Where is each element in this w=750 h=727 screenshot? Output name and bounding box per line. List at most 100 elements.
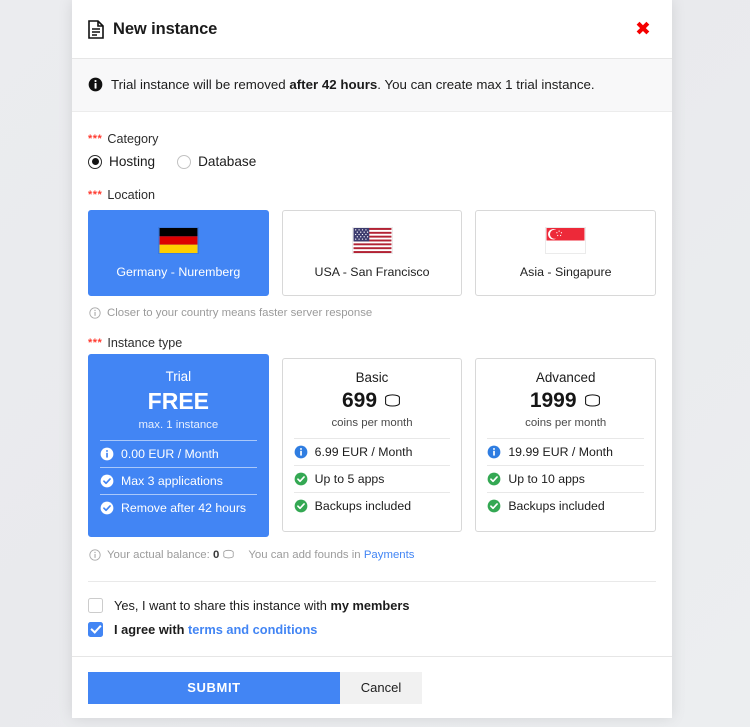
category-label: Category bbox=[107, 132, 159, 146]
plan-subtitle-advanced: coins per month bbox=[525, 417, 607, 430]
plan-price-value-basic: 699 bbox=[341, 389, 378, 412]
category-label-row: *** Category bbox=[88, 132, 656, 146]
check-circle-icon bbox=[487, 472, 501, 486]
plan-name-advanced: Advanced bbox=[535, 370, 596, 385]
plan-price-advanced: 1999 bbox=[487, 388, 644, 414]
plan-subtitle-basic: coins per month bbox=[331, 417, 413, 430]
plan-card-advanced[interactable]: Advanced 1999 coins per month 19.99 EUR … bbox=[475, 358, 657, 533]
plan-feature-text: 0.00 EUR / Month bbox=[121, 446, 219, 461]
info-icon bbox=[88, 77, 103, 92]
radio-label-database: Database bbox=[198, 154, 257, 169]
check-circle-icon bbox=[100, 501, 114, 515]
location-name-singapore: Asia - Singapure bbox=[519, 265, 612, 279]
plan-feature-text: Max 3 applications bbox=[121, 473, 223, 488]
close-icon[interactable]: ✖ bbox=[632, 18, 654, 40]
required-marker: *** bbox=[88, 133, 103, 145]
terms-label: I agree with terms and conditions bbox=[114, 622, 317, 637]
balance-row: Your actual balance: 0 You can add found… bbox=[89, 549, 656, 561]
plan-feature-text: 19.99 EUR / Month bbox=[508, 445, 613, 460]
plan-card-trial[interactable]: Trial FREE max. 1 instance 0.00 EUR / Mo… bbox=[88, 354, 269, 537]
location-name-usa: USA - San Francisco bbox=[314, 265, 430, 279]
modal-footer: SUBMIT Cancel bbox=[72, 656, 672, 718]
balance-note: You can add founds in bbox=[248, 548, 361, 561]
plan-feature-text: Up to 5 apps bbox=[314, 472, 385, 487]
plan-feature-text: Up to 10 apps bbox=[508, 472, 585, 487]
new-instance-modal: New instance ✖ Trial instance will be re… bbox=[72, 0, 672, 718]
coins-icon bbox=[385, 394, 400, 407]
plan-feature: Max 3 applications bbox=[100, 466, 257, 494]
location-card-usa[interactable]: USA - San Francisco bbox=[281, 210, 463, 296]
check-circle-icon bbox=[487, 499, 501, 513]
plan-card-basic[interactable]: Basic 699 coins per month 6.99 EUR / Mon… bbox=[281, 358, 463, 533]
document-icon bbox=[88, 19, 104, 39]
plan-name-trial: Trial bbox=[165, 369, 192, 384]
plan-feature: Backups included bbox=[293, 492, 451, 519]
share-with-members-checkbox[interactable] bbox=[88, 597, 103, 613]
location-name-germany: Germany - Nuremberg bbox=[116, 265, 241, 279]
section-divider bbox=[88, 580, 656, 582]
instance-type-label: Instance type bbox=[107, 336, 183, 350]
required-marker: *** bbox=[88, 189, 103, 201]
check-circle-icon bbox=[100, 474, 114, 488]
info-icon bbox=[294, 445, 308, 459]
info-icon bbox=[487, 445, 501, 459]
share-with-members-label: Yes, I want to share this instance with … bbox=[114, 598, 409, 613]
banner-text-after: . You can create max 1 trial instance. bbox=[377, 77, 595, 92]
radio-option-hosting[interactable]: Hosting bbox=[88, 154, 155, 169]
share-with-members-checkbox-row[interactable]: Yes, I want to share this instance with … bbox=[88, 597, 656, 613]
plan-feature: 6.99 EUR / Month bbox=[293, 438, 451, 465]
required-marker: *** bbox=[88, 337, 103, 349]
plan-feature: Up to 10 apps bbox=[487, 465, 645, 492]
plan-feature-text: Backups included bbox=[508, 499, 605, 514]
instance-type-label-row: *** Instance type bbox=[88, 336, 656, 350]
terms-text-before: I agree with bbox=[114, 621, 188, 637]
plan-feature: 0.00 EUR / Month bbox=[100, 439, 257, 467]
flag-germany-icon bbox=[157, 227, 199, 254]
coins-icon bbox=[584, 394, 600, 407]
plan-card-group: Trial FREE max. 1 instance 0.00 EUR / Mo… bbox=[88, 354, 657, 537]
radio-option-database[interactable]: Database bbox=[177, 154, 256, 169]
balance-amount: 0 bbox=[212, 548, 220, 561]
flag-usa-icon bbox=[351, 227, 393, 254]
plan-price-value-advanced: 1999 bbox=[529, 389, 577, 412]
terms-checkbox[interactable] bbox=[88, 621, 103, 637]
info-circle-icon bbox=[89, 307, 101, 319]
payments-link[interactable]: Payments bbox=[364, 549, 415, 561]
check-circle-icon bbox=[294, 499, 308, 513]
terms-and-conditions-link[interactable]: terms and conditions bbox=[188, 622, 317, 637]
location-card-group: Germany - Nuremberg USA - San Francisco … bbox=[88, 210, 657, 296]
plan-feature-text: Backups included bbox=[314, 499, 412, 514]
info-icon bbox=[100, 447, 114, 461]
check-circle-icon bbox=[294, 472, 308, 486]
plan-feature: Up to 5 apps bbox=[293, 465, 451, 492]
plan-feature-text: 6.99 EUR / Month bbox=[314, 445, 413, 460]
location-card-germany[interactable]: Germany - Nuremberg bbox=[88, 210, 269, 296]
coins-icon bbox=[223, 550, 234, 559]
plan-name-basic: Basic bbox=[355, 370, 389, 385]
plan-price-basic: 699 bbox=[294, 388, 451, 414]
plan-price-value-trial: FREE bbox=[147, 388, 209, 414]
location-hint-text: Closer to your country means faster serv… bbox=[107, 307, 373, 319]
radio-label-hosting: Hosting bbox=[109, 154, 156, 169]
modal-body: *** Category Hosting Database *** Locati… bbox=[72, 112, 672, 656]
location-label: Location bbox=[107, 188, 155, 202]
plan-price-trial: FREE bbox=[100, 387, 257, 416]
terms-checkbox-row[interactable]: I agree with terms and conditions bbox=[88, 621, 656, 637]
cancel-button[interactable]: Cancel bbox=[340, 671, 422, 704]
plan-feature: Remove after 42 hours bbox=[100, 493, 257, 521]
modal-header: New instance ✖ bbox=[72, 0, 672, 59]
info-circle-icon bbox=[89, 549, 101, 561]
category-radio-group: Hosting Database bbox=[88, 154, 656, 169]
submit-button[interactable]: SUBMIT bbox=[88, 671, 340, 704]
plan-feature-text: Remove after 42 hours bbox=[121, 500, 247, 515]
location-label-row: *** Location bbox=[88, 188, 656, 202]
location-card-singapore[interactable]: Asia - Singapure bbox=[475, 210, 657, 296]
share-text-bold: my members bbox=[330, 597, 410, 613]
plan-feature: 19.99 EUR / Month bbox=[487, 438, 645, 465]
radio-indicator-hosting[interactable] bbox=[88, 154, 102, 169]
share-text-before: Yes, I want to share this instance with bbox=[114, 597, 331, 613]
radio-indicator-database[interactable] bbox=[177, 154, 192, 169]
banner-text-bold: after 42 hours bbox=[289, 77, 378, 92]
plan-subtitle-trial: max. 1 instance bbox=[138, 418, 219, 431]
plan-feature: Backups included bbox=[487, 492, 645, 519]
